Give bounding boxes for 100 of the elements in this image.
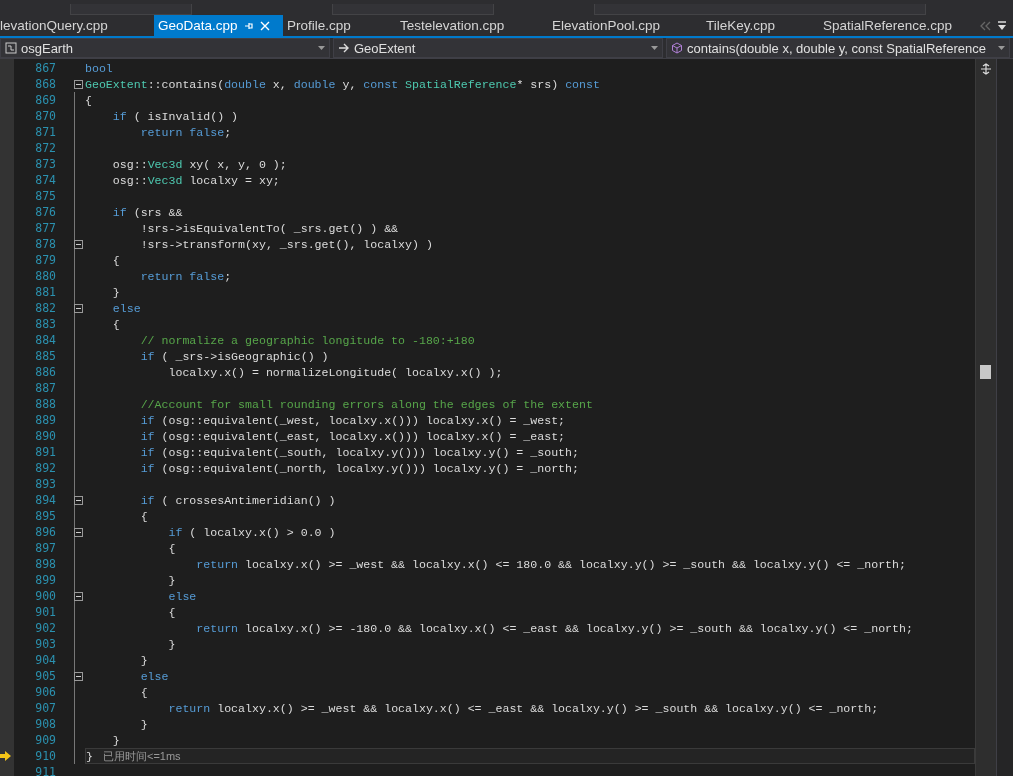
file-tab[interactable]: GeoData.cpp (154, 15, 283, 36)
code-line: if ( crossesAntimeridian() ) (139, 493, 336, 507)
line-number: 882 (34, 301, 56, 315)
line-number: 908 (34, 717, 56, 731)
line-number: 897 (34, 541, 56, 555)
code-line: return localxy.x() >= _west && localxy.x() <= 180.0 && localxy.y() >= _south && localxy.y() <= _north; (195, 557, 906, 571)
code-line: if (osg::equivalent(_west, localxy.x())) localxy.x() = _west; (139, 413, 566, 427)
code-line: return localxy.x() >= -180.0 && localxy.x() <= _east && localxy.y() >= _south && localxy.y() <= _north; (195, 621, 913, 635)
line-number: 911 (34, 765, 56, 776)
collapse-icon[interactable] (74, 495, 83, 505)
code-line: } (111, 285, 120, 299)
navigation-dropdown[interactable]: osgEarth (0, 38, 330, 58)
line-number: 887 (34, 381, 56, 395)
line-number: 894 (34, 493, 56, 507)
code-line: return localxy.x() >= _west && localxy.x() <= _east && localxy.y() >= _south && localxy.y() <= _north; (167, 701, 879, 715)
line-number: 867 (34, 61, 56, 75)
cube-icon (671, 42, 683, 54)
code-line: { (111, 317, 120, 331)
line-number: 884 (34, 333, 56, 347)
code-line: //Account for small rounding errors along the edges of the extent (139, 397, 593, 411)
code-line: { (167, 541, 176, 555)
scroll-left-icon[interactable] (979, 20, 991, 31)
code-line: if (osg::equivalent(_east, localxy.x())) localxy.x() = _east; (139, 429, 566, 443)
code-line: { (111, 253, 120, 267)
line-number: 903 (34, 637, 56, 651)
code-line: osg::Vec3d xy( x, y, 0 ); (111, 157, 287, 171)
pin-icon[interactable] (243, 20, 254, 31)
collapse-icon[interactable] (74, 79, 83, 89)
code-line: !srs->isEquivalentTo( _srs.get() ) && (139, 221, 399, 235)
collapse-icon[interactable] (74, 527, 83, 537)
line-number: 898 (34, 557, 56, 571)
code-line: { (167, 605, 176, 619)
line-number: 874 (34, 173, 56, 187)
project-icon (5, 42, 17, 54)
navigation-dropdown[interactable]: contains(double x, double y, const SpatialReference (666, 38, 1010, 58)
line-number: 900 (34, 589, 56, 603)
line-number: 893 (34, 477, 56, 491)
code-line: { (139, 685, 148, 699)
code-line: if (osg::equivalent(_south, localxy.y())) localxy.y() = _south; (139, 445, 579, 459)
code-line: return false; (139, 125, 232, 139)
dropdown-icon[interactable] (997, 20, 1007, 31)
code-line: } (167, 573, 176, 587)
line-number: 910 (34, 749, 56, 763)
file-tab[interactable]: Profile.cpp (283, 15, 396, 36)
file-tab[interactable]: ElevationPool.cpp (548, 15, 702, 36)
file-tab[interactable]: TileKey.cpp (702, 15, 819, 36)
line-number: 870 (34, 109, 56, 123)
line-number: 896 (34, 525, 56, 539)
line-number: 891 (34, 445, 56, 459)
line-number: 907 (34, 701, 56, 715)
line-number: 885 (34, 349, 56, 363)
line-number: 904 (34, 653, 56, 667)
collapse-icon[interactable] (74, 239, 83, 249)
perf-tip: 已用时间<=1ms (102, 748, 181, 764)
scroll-thumb[interactable] (980, 365, 991, 379)
code-line: if ( _srs->isGeographic() ) (139, 349, 329, 363)
arrow-icon (338, 42, 350, 54)
code-line: if ( isInvalid() ) (111, 109, 239, 123)
code-line: else (111, 301, 141, 315)
line-number: 902 (34, 621, 56, 635)
line-number: 890 (34, 429, 56, 443)
code-line: } (139, 717, 148, 731)
collapse-icon[interactable] (74, 671, 83, 681)
code-line: if ( localxy.x() > 0.0 ) (167, 525, 336, 539)
code-line: if (srs && (111, 205, 183, 219)
navigation-dropdown[interactable]: GeoExtent (333, 38, 663, 58)
code-line: else (167, 589, 197, 603)
line-number: 879 (34, 253, 56, 267)
code-line: } (139, 653, 148, 667)
line-number: 899 (34, 573, 56, 587)
collapse-icon[interactable] (74, 591, 83, 601)
code-line: } (167, 637, 176, 651)
line-number: 872 (34, 141, 56, 155)
line-number: 889 (34, 413, 56, 427)
line-number: 906 (34, 685, 56, 699)
line-number: 892 (34, 461, 56, 475)
file-tab[interactable]: levationQuery.cpp (0, 15, 154, 36)
collapse-icon[interactable] (74, 303, 83, 313)
line-number: 883 (34, 317, 56, 331)
code-line: else (139, 669, 169, 683)
code-line: { (139, 509, 148, 523)
line-number: 888 (34, 397, 56, 411)
code-line: if (osg::equivalent(_north, localxy.y())) localxy.y() = _north; (139, 461, 579, 475)
code-line: bool (85, 61, 113, 75)
split-icon[interactable] (980, 63, 992, 75)
caret-icon (651, 45, 658, 51)
line-number: 905 (34, 669, 56, 683)
line-number: 873 (34, 157, 56, 171)
line-number: 886 (34, 365, 56, 379)
file-tab[interactable]: SpatialReference.cpp (819, 15, 969, 36)
file-tab[interactable]: Testelevation.cpp (396, 15, 548, 36)
line-number: 876 (34, 205, 56, 219)
line-number: 881 (34, 285, 56, 299)
code-line: GeoExtent::contains(double x, double y, const SpatialReference* srs) const (85, 77, 600, 91)
line-number: 871 (34, 125, 56, 139)
scrollbar[interactable] (975, 59, 996, 776)
line-number: 877 (34, 221, 56, 235)
toolbar-field[interactable] (70, 4, 192, 15)
close-icon[interactable] (259, 20, 270, 31)
line-number: 901 (34, 605, 56, 619)
